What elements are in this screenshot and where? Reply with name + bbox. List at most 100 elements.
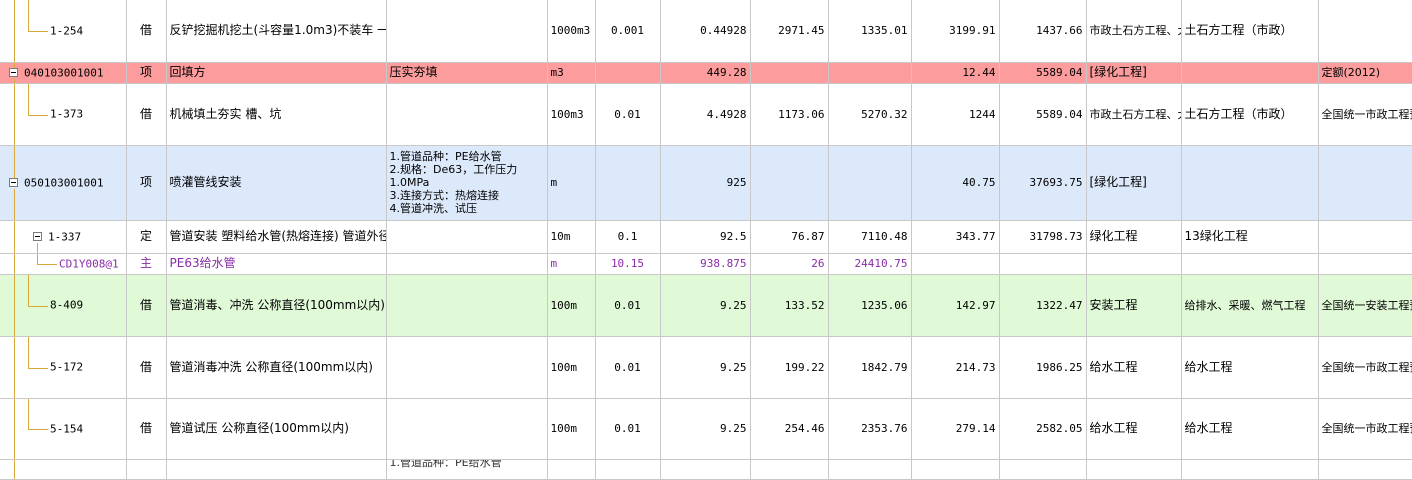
total-cell[interactable] [828, 145, 912, 221]
total2-cell[interactable]: 37693.75 [999, 145, 1087, 221]
category-cell[interactable]: 绿化工程 [1086, 220, 1182, 254]
code-cell[interactable]: 8-409 [0, 274, 127, 337]
code-cell[interactable]: CD1Y008@1 [0, 253, 127, 275]
category-cell[interactable]: [绿化工程] [1086, 145, 1182, 221]
type-cell[interactable]: 定 [126, 220, 167, 254]
specialty-cell[interactable]: 给水工程 [1181, 398, 1319, 460]
unit-price-cell[interactable] [750, 145, 829, 221]
total2-cell[interactable]: 1322.47 [999, 274, 1087, 337]
code-cell[interactable]: 5-172 [0, 336, 127, 399]
unit-price-cell[interactable]: 76.87 [750, 220, 829, 254]
category-cell[interactable]: 给水工程 [1086, 398, 1182, 460]
unit-cell[interactable]: 100m [547, 398, 596, 460]
price2-cell[interactable]: 40.75 [911, 145, 1000, 221]
category-cell[interactable] [1086, 253, 1182, 275]
quota-cell[interactable] [1318, 253, 1412, 275]
total-cell[interactable]: 24410.75 [828, 253, 912, 275]
quota-cell[interactable] [1318, 0, 1412, 63]
unit-price-cell[interactable]: 199.22 [750, 336, 829, 399]
name-cell[interactable]: PE63给水管 [166, 253, 387, 275]
type-cell[interactable]: 借 [126, 83, 167, 146]
total-cell[interactable]: 1335.01 [828, 0, 912, 63]
name-cell[interactable]: 反铲挖掘机挖土(斗容量1.0m3)不装车 一、二类土 [166, 0, 387, 63]
unit-price-cell[interactable]: 254.46 [750, 398, 829, 460]
unit-price-cell[interactable]: 133.52 [750, 274, 829, 337]
specialty-cell[interactable]: 13绿化工程 [1181, 220, 1319, 254]
unit-cell[interactable]: m [547, 253, 596, 275]
quota-cell[interactable] [1318, 220, 1412, 254]
feature-cell[interactable] [386, 274, 548, 337]
specialty-cell[interactable]: 给排水、采暖、燃气工程 [1181, 274, 1319, 337]
unit-cell[interactable]: 10m [547, 220, 596, 254]
collapse-icon[interactable] [9, 177, 18, 187]
quota-cell[interactable] [1318, 145, 1412, 221]
name-cell[interactable]: 回填方 [166, 62, 387, 84]
quota-cell[interactable]: 定额(2012) [1318, 62, 1412, 84]
total-cell[interactable]: 5270.32 [828, 83, 912, 146]
name-cell[interactable]: 机械填土夯实 槽、坑 [166, 83, 387, 146]
table-row[interactable]: 5-154 借 管道试压 公称直径(100mm以内) 100m 0.01 9.2… [0, 398, 1412, 460]
specialty-cell[interactable]: 土石方工程（市政） [1181, 0, 1319, 63]
specialty-cell[interactable] [1181, 253, 1319, 275]
feature-cell[interactable] [386, 253, 548, 275]
feature-cell[interactable]: 1.管道品种：PE给水管 2.规格：De63，工作压力1.0MPa 3.连接方式… [386, 145, 548, 221]
price2-cell[interactable]: 1244 [911, 83, 1000, 146]
table-row[interactable]: 050103001001 项 喷灌管线安装 1.管道品种：PE给水管 2.规格：… [0, 145, 1412, 221]
code-cell[interactable]: 040103001001 [0, 62, 127, 84]
code-cell[interactable]: 1-254 [0, 0, 127, 63]
unit-price-cell[interactable] [750, 62, 829, 84]
category-cell[interactable]: [绿化工程] [1086, 62, 1182, 84]
qty-cell[interactable]: 9.25 [660, 398, 751, 460]
collapse-icon[interactable] [33, 231, 42, 241]
name-cell[interactable]: 管道消毒、冲洗 公称直径(100mm以内) [166, 274, 387, 337]
table-row[interactable]: 1-254 借 反铲挖掘机挖土(斗容量1.0m3)不装车 一、二类土 1000m… [0, 0, 1412, 63]
category-cell[interactable]: 安装工程 [1086, 274, 1182, 337]
name-cell[interactable]: 喷灌管线安装 [166, 145, 387, 221]
type-cell[interactable]: 借 [126, 274, 167, 337]
price2-cell[interactable] [911, 253, 1000, 275]
qty-cell[interactable]: 9.25 [660, 336, 751, 399]
quota-cell[interactable]: 全国统一市政工程预算定额河北省消耗量定额(2012) [1318, 83, 1412, 146]
feature-cell[interactable] [386, 220, 548, 254]
qty-cell[interactable]: 449.28 [660, 62, 751, 84]
coef-cell[interactable] [595, 62, 661, 84]
feature-cell[interactable] [386, 83, 548, 146]
price2-cell[interactable]: 142.97 [911, 274, 1000, 337]
specialty-cell[interactable]: 土石方工程（市政） [1181, 83, 1319, 146]
type-cell[interactable]: 项 [126, 145, 167, 221]
specialty-cell[interactable]: 给水工程 [1181, 336, 1319, 399]
unit-price-cell[interactable]: 1173.06 [750, 83, 829, 146]
name-cell[interactable]: 管道安装 塑料给水管(热熔连接) 管道外径63(mm以内) [166, 220, 387, 254]
unit-cell[interactable]: 100m [547, 274, 596, 337]
price2-cell[interactable]: 12.44 [911, 62, 1000, 84]
type-cell[interactable]: 借 [126, 398, 167, 460]
table-row[interactable]: CD1Y008@1 主 PE63给水管 m 10.15 938.875 26 2… [0, 253, 1412, 275]
table-row[interactable]: 040103001001 项 回填方 压实夯填 m3 449.28 12.44 … [0, 62, 1412, 84]
total2-cell[interactable]: 5589.04 [999, 62, 1087, 84]
type-cell[interactable]: 项 [126, 62, 167, 84]
name-cell[interactable]: 管道试压 公称直径(100mm以内) [166, 398, 387, 460]
table-row[interactable]: 1.管道品种：PE给水管 [0, 459, 1412, 480]
code-cell[interactable]: 1-337 [0, 220, 127, 254]
price2-cell[interactable]: 3199.91 [911, 0, 1000, 63]
feature-cell[interactable]: 1.管道品种：PE给水管 [386, 459, 548, 480]
feature-cell[interactable] [386, 336, 548, 399]
unit-price-cell[interactable]: 2971.45 [750, 0, 829, 63]
table-row[interactable]: 1-337 定 管道安装 塑料给水管(热熔连接) 管道外径63(mm以内) 10… [0, 220, 1412, 254]
code-cell[interactable]: 050103001001 [0, 145, 127, 221]
unit-cell[interactable]: m3 [547, 62, 596, 84]
qty-cell[interactable]: 9.25 [660, 274, 751, 337]
total2-cell[interactable]: 5589.04 [999, 83, 1087, 146]
coef-cell[interactable]: 0.01 [595, 398, 661, 460]
type-cell[interactable]: 借 [126, 0, 167, 63]
total2-cell[interactable]: 2582.05 [999, 398, 1087, 460]
total2-cell[interactable] [999, 253, 1087, 275]
coef-cell[interactable]: 0.01 [595, 274, 661, 337]
specialty-cell[interactable] [1181, 145, 1319, 221]
total-cell[interactable]: 7110.48 [828, 220, 912, 254]
coef-cell[interactable] [595, 145, 661, 221]
category-cell[interactable]: 市政土石方工程、大型机械一次安拆及场外运输、拆除工程 [1086, 0, 1182, 63]
specialty-cell[interactable] [1181, 62, 1319, 84]
total-cell[interactable]: 1842.79 [828, 336, 912, 399]
category-cell[interactable]: 给水工程 [1086, 336, 1182, 399]
